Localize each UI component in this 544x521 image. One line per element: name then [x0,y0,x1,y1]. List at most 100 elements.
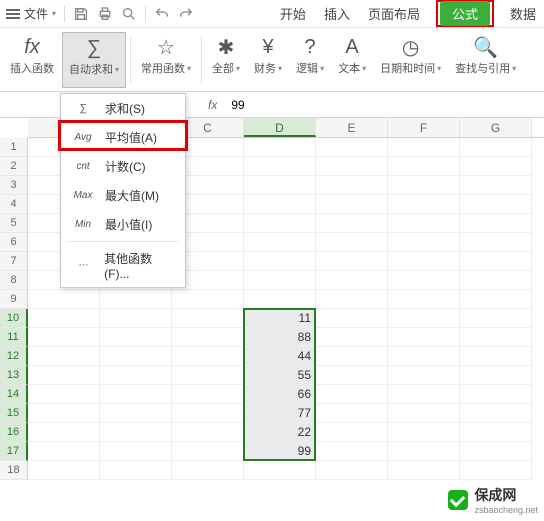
dropdown-item-average[interactable]: Avg 平均值(A) [61,123,185,152]
cell[interactable] [388,309,460,328]
all-functions-button[interactable]: ✱ 全部▾ [206,32,246,88]
cell[interactable] [316,461,388,480]
row-header[interactable]: 18 [0,461,28,480]
cell[interactable] [100,366,172,385]
row-header[interactable]: 10 [0,309,28,328]
cell[interactable] [316,366,388,385]
row-header[interactable]: 2 [0,157,28,176]
cell[interactable] [460,176,532,195]
cell[interactable] [388,157,460,176]
tab-formula[interactable]: 公式 [440,1,490,26]
cell[interactable] [388,404,460,423]
cell[interactable] [100,347,172,366]
cell[interactable] [28,347,100,366]
cell[interactable]: 44 [244,347,316,366]
tab-start[interactable]: 开始 [278,2,308,25]
cell[interactable] [316,385,388,404]
cell[interactable] [172,347,244,366]
cell[interactable] [316,233,388,252]
dropdown-item-sum[interactable]: ∑ 求和(S) [61,94,185,123]
row-header[interactable]: 8 [0,271,28,290]
cell[interactable] [316,404,388,423]
cell[interactable]: 88 [244,328,316,347]
cell[interactable] [28,328,100,347]
cell[interactable] [460,214,532,233]
row-header[interactable]: 14 [0,385,28,404]
datetime-functions-button[interactable]: ◷ 日期和时间▾ [374,32,447,88]
row-header[interactable]: 3 [0,176,28,195]
cell[interactable] [28,423,100,442]
cell[interactable] [388,271,460,290]
cell[interactable] [388,290,460,309]
cell[interactable] [460,233,532,252]
cell[interactable] [172,385,244,404]
cell[interactable] [316,252,388,271]
row-header[interactable]: 9 [0,290,28,309]
column-header[interactable]: F [388,118,460,137]
cell[interactable] [460,347,532,366]
cell[interactable] [244,233,316,252]
cell[interactable] [172,309,244,328]
cell[interactable] [460,195,532,214]
cell[interactable] [316,347,388,366]
cell[interactable] [388,214,460,233]
row-header[interactable]: 11 [0,328,28,347]
undo-icon[interactable] [154,6,170,22]
redo-icon[interactable] [178,6,194,22]
cell[interactable] [388,195,460,214]
dropdown-item-count[interactable]: cnt 计数(C) [61,152,185,181]
cell[interactable] [460,461,532,480]
cell[interactable] [172,366,244,385]
dropdown-item-more[interactable]: ⋯ 其他函数(F)... [61,244,185,287]
cell[interactable] [316,328,388,347]
cell[interactable] [388,233,460,252]
cell[interactable] [172,328,244,347]
row-header[interactable]: 1 [0,138,28,157]
formula-input[interactable] [225,98,544,112]
tab-layout[interactable]: 页面布局 [366,2,422,25]
cell[interactable] [28,461,100,480]
cell[interactable] [172,404,244,423]
insert-function-button[interactable]: fx 插入函数 [4,32,60,88]
cell[interactable] [100,385,172,404]
dropdown-item-min[interactable]: Min 最小值(I) [61,210,185,239]
cell[interactable]: 22 [244,423,316,442]
cell[interactable] [388,442,460,461]
row-header[interactable]: 4 [0,195,28,214]
row-header[interactable]: 16 [0,423,28,442]
fx-button[interactable]: fx [200,98,225,112]
lookup-functions-button[interactable]: 🔍 查找与引用▾ [449,32,522,88]
row-header[interactable]: 12 [0,347,28,366]
cell[interactable] [460,138,532,157]
tab-data[interactable]: 数据 [508,2,538,25]
cell[interactable] [316,271,388,290]
cell[interactable] [244,290,316,309]
cell[interactable] [460,271,532,290]
cell[interactable] [28,290,100,309]
cell[interactable] [388,252,460,271]
cell[interactable] [388,347,460,366]
cell[interactable] [460,309,532,328]
logic-functions-button[interactable]: ? 逻辑▾ [290,32,330,88]
cell[interactable] [316,176,388,195]
cell[interactable] [244,176,316,195]
row-header[interactable]: 17 [0,442,28,461]
common-functions-button[interactable]: ☆ 常用函数▾ [135,32,197,88]
cell[interactable] [100,442,172,461]
cell[interactable] [460,290,532,309]
cell[interactable] [244,214,316,233]
cell[interactable] [460,404,532,423]
cell[interactable] [460,442,532,461]
row-header[interactable]: 13 [0,366,28,385]
cell[interactable] [100,461,172,480]
cell[interactable] [100,404,172,423]
row-header[interactable]: 6 [0,233,28,252]
cell[interactable] [172,423,244,442]
dropdown-item-max[interactable]: Max 最大值(M) [61,181,185,210]
cell[interactable] [460,252,532,271]
print-icon[interactable] [97,6,113,22]
cell[interactable] [316,309,388,328]
column-header[interactable]: E [316,118,388,137]
cell[interactable] [316,290,388,309]
cell[interactable] [316,214,388,233]
